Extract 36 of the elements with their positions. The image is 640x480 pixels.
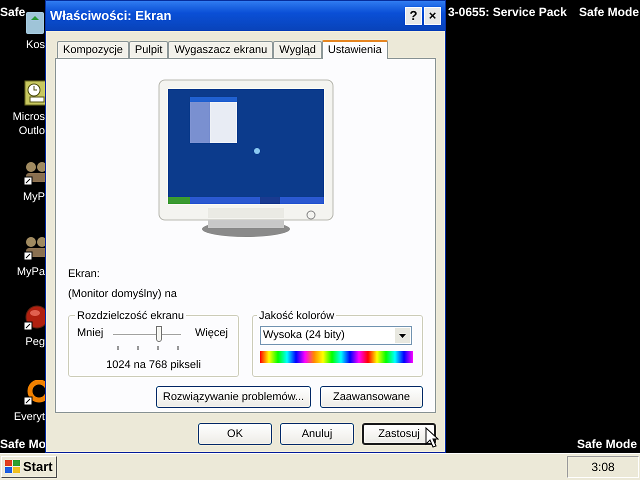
help-button[interactable]: ? bbox=[405, 7, 422, 25]
dialog-button[interactable]: Anuluj bbox=[280, 423, 354, 445]
dialog-button[interactable]: Zastosuj bbox=[362, 423, 436, 445]
start-button[interactable]: Start bbox=[1, 456, 57, 478]
icon-label[interactable]: Kos bbox=[0, 38, 45, 52]
display-value: (Monitor domyślny) na bbox=[68, 286, 178, 302]
panel-button[interactable]: Zaawansowane bbox=[320, 386, 423, 408]
overlay-text: Safe Mode bbox=[579, 4, 640, 21]
icon-label[interactable]: Peg bbox=[0, 335, 45, 349]
display-label: Ekran: bbox=[68, 267, 101, 282]
mouse-cursor-icon bbox=[425, 427, 439, 449]
panel-button[interactable]: Rozwiązywanie problemów... bbox=[156, 386, 311, 408]
tab[interactable]: Wygaszacz ekranu bbox=[168, 41, 274, 58]
resolution-reading: 1024 na 768 pikseli bbox=[105, 358, 202, 373]
tab[interactable]: Wygląd bbox=[273, 41, 322, 58]
tab[interactable]: Kompozycje bbox=[57, 41, 129, 58]
icon-label[interactable]: Micros bbox=[0, 110, 45, 124]
color-dropdown[interactable]: Wysoka (24 bity) bbox=[260, 326, 412, 345]
tab[interactable]: Pulpit bbox=[128, 41, 168, 58]
overlay-text: 3-0655: Service Pack bbox=[448, 4, 567, 21]
icon-label[interactable]: Outlo bbox=[0, 124, 45, 138]
slider-min-label: Mniej bbox=[77, 326, 104, 341]
overlay-text: Safe Mode bbox=[577, 436, 638, 453]
slider-thumb[interactable] bbox=[156, 326, 162, 342]
window-title: Właściwości: Ekran bbox=[50, 7, 172, 26]
dialog-button[interactable]: OK bbox=[198, 423, 272, 445]
close-button[interactable]: × bbox=[424, 7, 441, 25]
icon-label[interactable]: Everyt bbox=[0, 410, 45, 424]
tab[interactable]: Ustawienia bbox=[322, 40, 388, 59]
overlay-text: Safe Mo bbox=[0, 436, 46, 453]
overlay-text: Safe bbox=[0, 4, 26, 21]
windows-flag-icon bbox=[5, 460, 20, 474]
slider-max-label: Więcej bbox=[194, 326, 228, 341]
icon-label[interactable]: MyP bbox=[0, 190, 45, 204]
icon-label[interactable]: MyPa bbox=[0, 265, 45, 279]
taskbar-clock: 3:08 bbox=[567, 456, 639, 478]
